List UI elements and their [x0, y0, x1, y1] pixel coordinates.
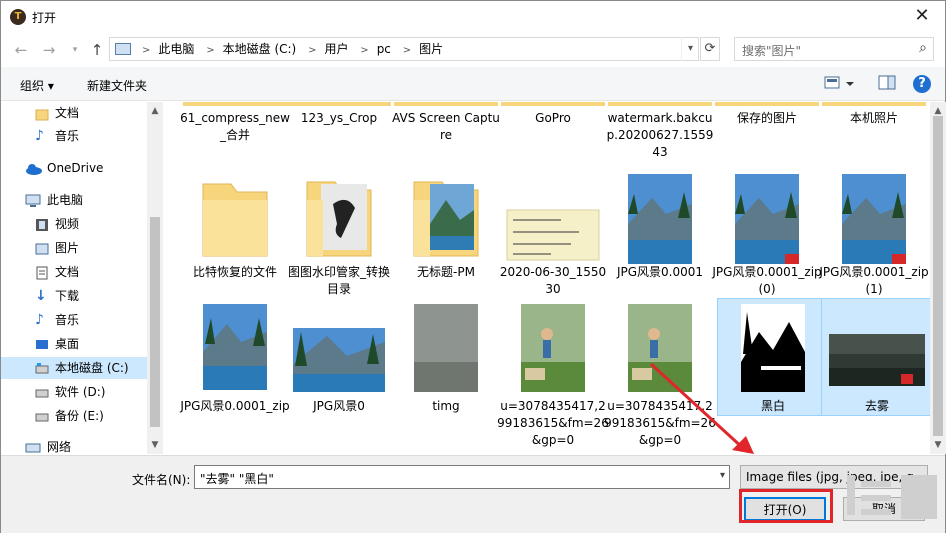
address-bar[interactable]: > 此电脑 > 本地磁盘 (C:) > 用户 > pc > 图片 [109, 37, 699, 61]
nav-item-network[interactable]: 网络 [1, 436, 147, 454]
organize-button[interactable]: 组织 ▾ [20, 77, 54, 94]
breadcrumb-item[interactable]: 本地磁盘 (C:) [223, 42, 297, 56]
recent-locations-chevron-icon[interactable]: ▾ [65, 40, 85, 60]
nav-item-label: 音乐 [55, 129, 80, 143]
drive-icon [35, 409, 49, 423]
new-folder-button[interactable]: 新建文件夹 [87, 77, 147, 94]
nav-item-label: 本地磁盘 (C:) [55, 361, 129, 375]
nav-item-label: OneDrive [47, 161, 104, 175]
nav-item-videos[interactable]: 视频 [1, 213, 147, 235]
scroll-down-icon[interactable]: ▼ [930, 438, 946, 452]
desktop-icon [35, 337, 49, 351]
scroll-up-icon[interactable]: ▲ [147, 104, 163, 118]
video-icon [35, 217, 49, 231]
breadcrumb-chevron-icon[interactable]: > [403, 45, 411, 56]
view-options-icon[interactable] [824, 75, 854, 94]
pictures-location-icon [115, 43, 131, 55]
search-icon[interactable]: ⌕ [919, 40, 927, 56]
app-icon: T [10, 9, 26, 25]
nav-scrollbar[interactable]: ▲ ▼ [147, 102, 163, 454]
file-grid: 61_compress_new_合并 123_ys_Crop AVS Scree… [164, 102, 930, 454]
forward-arrow-icon[interactable]: → [39, 40, 59, 60]
preview-pane-icon[interactable] [878, 75, 896, 94]
help-icon[interactable]: ? [913, 75, 931, 93]
back-arrow-icon[interactable]: ← [11, 40, 31, 60]
scrollbar-thumb[interactable] [933, 116, 943, 436]
navigation-row: ← → ▾ ↑ > 此电脑 > 本地磁盘 (C:) > 用户 > pc > 图片 ▾ ⟳ … [1, 33, 945, 67]
breadcrumb-chevron-icon[interactable]: > [308, 45, 316, 56]
search-input[interactable]: 搜索"图片" ⌕ [734, 37, 934, 61]
close-icon[interactable]: ✕ [899, 1, 945, 33]
nav-item-downloads[interactable]: ↓ 下载 [1, 285, 147, 307]
nav-item-label: 文档 [55, 106, 80, 120]
watermark-logo [847, 475, 937, 519]
drive-icon [35, 385, 49, 399]
nav-item-label: 此电脑 [47, 193, 84, 207]
music-icon: ♪ [35, 312, 44, 328]
nav-item-label: 文档 [55, 265, 80, 279]
nav-item-label: 网络 [47, 440, 72, 454]
drive-icon [35, 361, 49, 375]
nav-item-label: 软件 (D:) [55, 385, 106, 399]
nav-item-drive-d[interactable]: 软件 (D:) [1, 381, 147, 403]
filename-value: "去雾" "黑白" [200, 472, 274, 486]
address-dropdown-icon[interactable]: ▾ [681, 37, 699, 61]
nav-item-label: 音乐 [55, 313, 80, 327]
breadcrumb-item[interactable]: 此电脑 [158, 42, 194, 56]
nav-item-label: 视频 [55, 217, 80, 231]
nav-item-music-2[interactable]: ♪ 音乐 [1, 309, 147, 331]
chevron-down-icon[interactable]: ▾ [720, 470, 725, 481]
nav-item-pictures[interactable]: 图片 [1, 237, 147, 259]
search-placeholder: 搜索"图片" [742, 44, 802, 58]
cloud-icon [25, 161, 42, 175]
nav-item-documents-2[interactable]: 文档 [1, 261, 147, 283]
breadcrumb-item[interactable]: pc [377, 42, 391, 56]
content-scrollbar[interactable]: ▲ ▼ [930, 102, 946, 454]
title-bar: T 打开 ✕ [1, 1, 945, 33]
picture-icon [35, 241, 49, 255]
navigation-pane: 文档 ♪ 音乐 OneDrive 此电脑 视频 图片 文档 ↓ 下载 ♪ 音乐 … [1, 102, 147, 454]
up-arrow-icon[interactable]: ↑ [87, 40, 107, 60]
download-icon: ↓ [35, 288, 47, 304]
pc-icon [25, 193, 41, 207]
breadcrumb-chevron-icon[interactable]: > [360, 45, 368, 56]
breadcrumb-item[interactable]: 图片 [419, 42, 443, 56]
nav-item-label: 桌面 [55, 337, 80, 351]
annotation-highlight-box [739, 489, 833, 523]
nav-item-drive-e[interactable]: 备份 (E:) [1, 405, 147, 427]
breadcrumb: > 此电脑 > 本地磁盘 (C:) > 用户 > pc > 图片 [134, 38, 443, 60]
breadcrumb-chevron-icon[interactable]: > [142, 45, 150, 56]
nav-item-onedrive[interactable]: OneDrive [1, 157, 147, 179]
refresh-icon[interactable]: ⟳ [700, 37, 720, 61]
nav-item-label: 备份 (E:) [55, 409, 104, 423]
music-icon: ♪ [35, 128, 44, 144]
toolbar: 组织 ▾ 新建文件夹 [1, 67, 945, 101]
nav-item-label: 图片 [55, 241, 80, 255]
nav-item-desktop[interactable]: 桌面 [1, 333, 147, 355]
open-file-dialog: T 打开 ✕ ← → ▾ ↑ > 此电脑 > 本地磁盘 (C:) > 用户 > pc >… [0, 0, 946, 533]
filename-input[interactable]: "去雾" "黑白" ▾ [194, 465, 730, 489]
window-title: 打开 [32, 11, 57, 25]
breadcrumb-item[interactable]: 用户 [324, 42, 348, 56]
filename-label: 文件名(N): [132, 473, 191, 487]
document-icon [35, 265, 49, 280]
folder-icon [35, 106, 49, 121]
nav-item-this-pc[interactable]: 此电脑 [1, 189, 147, 211]
scrollbar-thumb[interactable] [150, 217, 160, 427]
nav-item-local-disk-c[interactable]: 本地磁盘 (C:) [1, 357, 147, 379]
annotation-arrow [649, 362, 754, 454]
nav-item-documents[interactable]: 文档 [1, 102, 147, 124]
nav-item-label: 下载 [55, 289, 80, 303]
scroll-down-icon[interactable]: ▼ [147, 438, 163, 452]
network-icon [25, 440, 41, 454]
breadcrumb-chevron-icon[interactable]: > [206, 45, 214, 56]
nav-item-music[interactable]: ♪ 音乐 [1, 125, 147, 147]
